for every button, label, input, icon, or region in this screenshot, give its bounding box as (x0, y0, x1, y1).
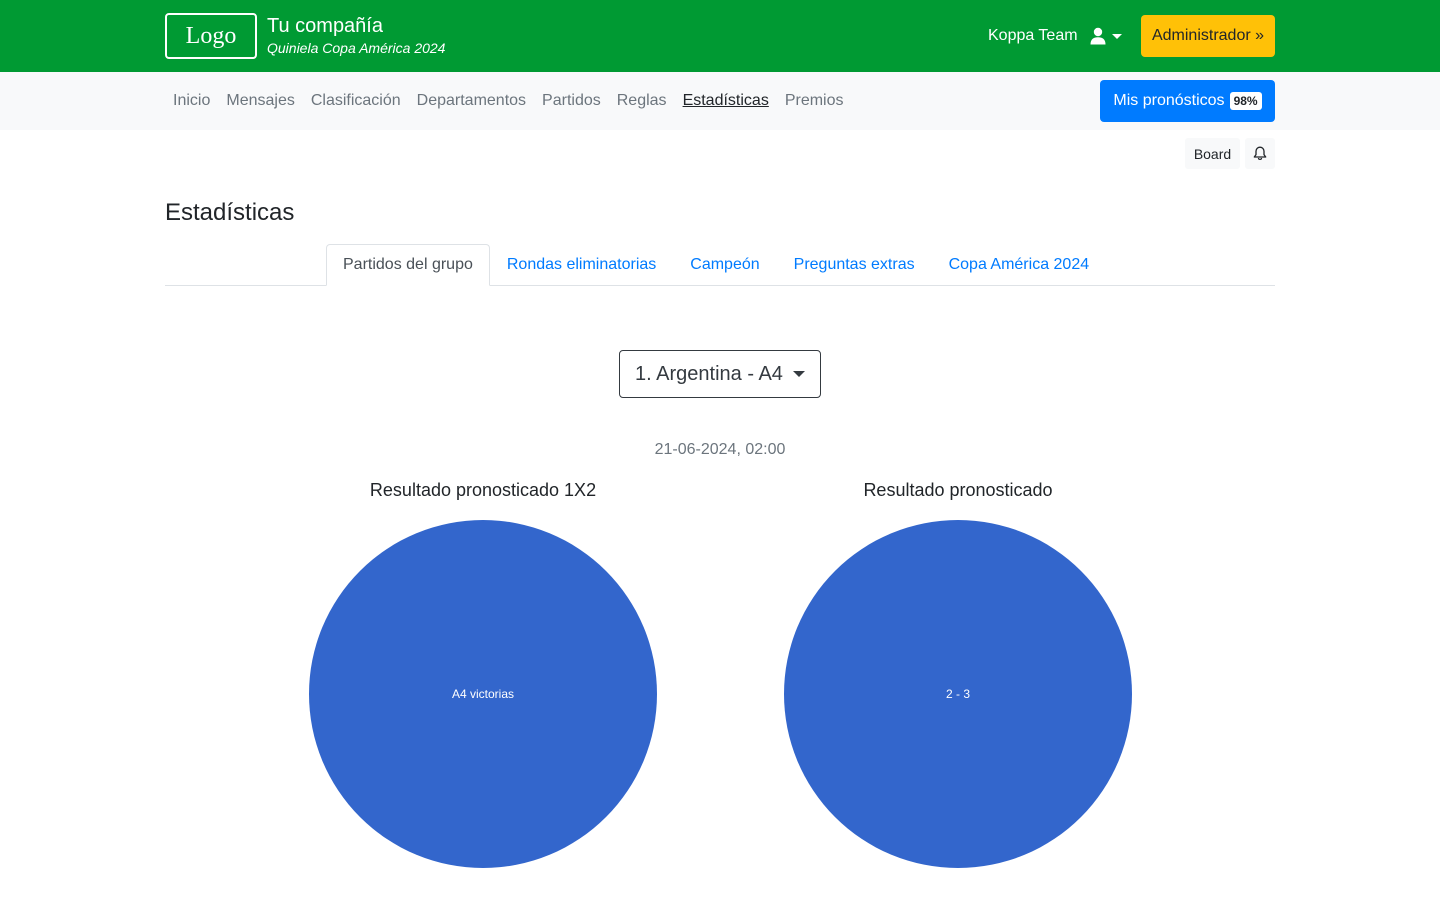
nav-item-partidos[interactable]: Partidos (534, 90, 609, 112)
bell-icon (1253, 146, 1267, 160)
progress-badge: 98% (1229, 92, 1262, 110)
admin-button[interactable]: Administrador » (1141, 15, 1275, 57)
nav-item-estadisticas[interactable]: Estadísticas (675, 90, 777, 112)
chevron-down-icon (1112, 33, 1122, 39)
company-logo[interactable]: Logo (165, 13, 257, 59)
user-icon (1090, 27, 1106, 45)
match-select[interactable]: 1. Argentina - A4 (619, 350, 821, 398)
mis-pronosticos-label: Mis pronósticos (1113, 92, 1225, 109)
pie-chart-result[interactable]: 2 - 3 (783, 519, 1133, 869)
tab-campeon[interactable]: Campeón (673, 244, 776, 286)
nav-item-premios[interactable]: Premios (777, 90, 852, 112)
main-navbar: Inicio Mensajes Clasificación Departamen… (0, 72, 1440, 130)
nav-links: Inicio Mensajes Clasificación Departamen… (165, 72, 852, 130)
tab-rondas-eliminatorias[interactable]: Rondas eliminatorias (490, 244, 673, 286)
nav-item-clasificacion[interactable]: Clasificación (303, 90, 409, 112)
company-subtitle: Quiniela Copa América 2024 (267, 40, 446, 56)
user-name: Koppa Team (988, 27, 1078, 44)
chart-title-result: Resultado pronosticado (863, 480, 1053, 500)
pie-slice-label: A4 victorias (452, 687, 514, 701)
company-info: Tu compañía Quiniela Copa América 2024 (267, 14, 445, 57)
tab-list: Partidos del grupo Rondas eliminatorias … (326, 244, 1106, 286)
mis-pronosticos-button[interactable]: Mis pronósticos 98% (1100, 80, 1275, 122)
company-name: Tu compañía (267, 15, 383, 37)
page-title: Estadísticas (165, 199, 295, 226)
tab-partidos-del-grupo[interactable]: Partidos del grupo (326, 244, 490, 286)
nav-item-inicio[interactable]: Inicio (165, 90, 218, 112)
match-select-value: 1. Argentina - A4 (635, 362, 783, 385)
chevron-down-icon (792, 371, 805, 377)
nav-item-departamentos[interactable]: Departamentos (409, 90, 534, 112)
board-button[interactable]: Board (1185, 138, 1240, 169)
nav-item-mensajes[interactable]: Mensajes (218, 90, 302, 112)
nav-item-reglas[interactable]: Reglas (609, 90, 675, 112)
chart-title-1x2: Resultado pronosticado 1X2 (369, 480, 597, 500)
tab-preguntas-extras[interactable]: Preguntas extras (777, 244, 932, 286)
notifications-button[interactable] (1245, 138, 1275, 169)
top-header: Logo Tu compañía Quiniela Copa América 2… (0, 0, 1440, 72)
user-menu-toggle[interactable] (1090, 24, 1130, 48)
stats-tabs: Partidos del grupo Rondas eliminatorias … (165, 244, 1275, 286)
tab-copa-america-2024[interactable]: Copa América 2024 (932, 244, 1107, 286)
pie-chart-1x2[interactable]: A4 victorias (308, 519, 658, 869)
match-date: 21-06-2024, 02:00 (654, 441, 786, 458)
pie-slice-label: 2 - 3 (946, 687, 970, 701)
